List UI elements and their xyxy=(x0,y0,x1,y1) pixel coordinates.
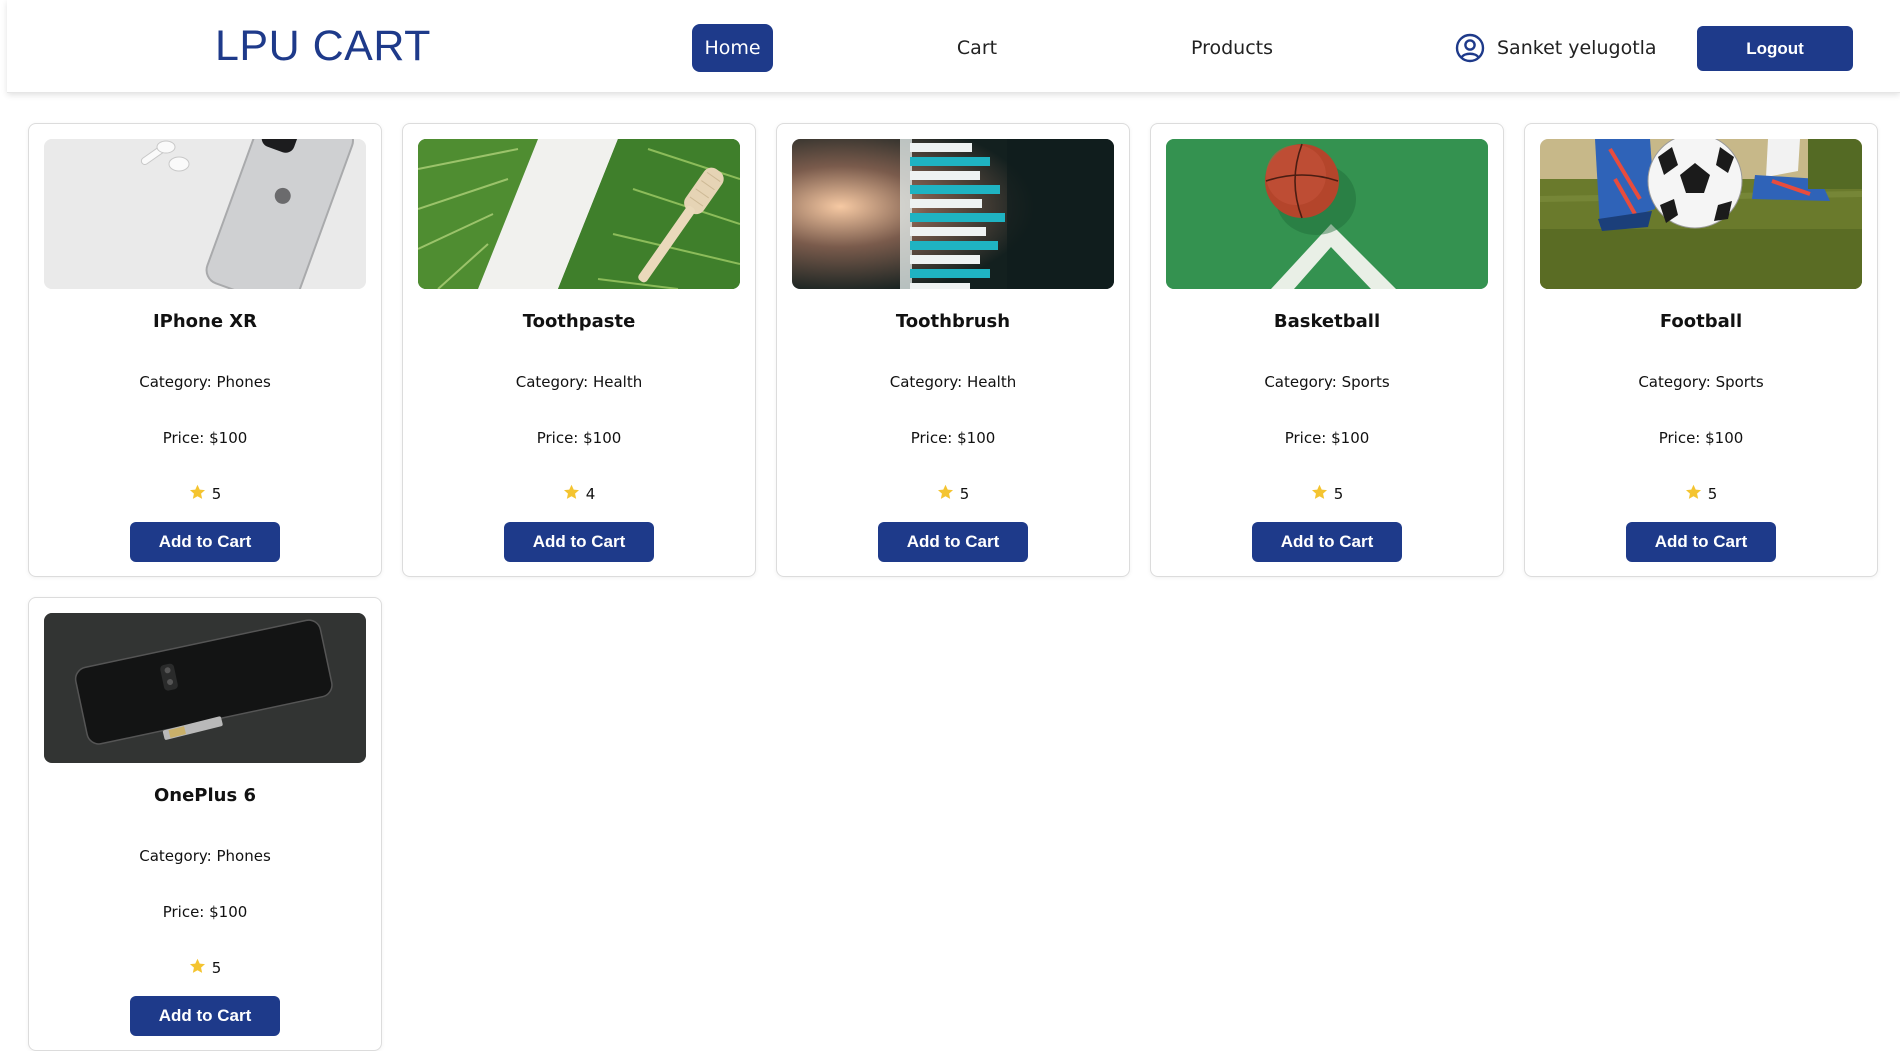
product-title: IPhone XR xyxy=(152,311,258,332)
product-title: Toothbrush xyxy=(895,311,1011,332)
product-rating: 5 xyxy=(29,484,381,504)
top-navbar: LPU CART Home Cart Products Sanket yelug… xyxy=(7,0,1900,93)
star-icon xyxy=(563,484,580,504)
star-icon xyxy=(1685,484,1702,504)
product-rating: 4 xyxy=(403,484,755,504)
product-price: Price: $100 xyxy=(1658,429,1744,447)
rating-value: 5 xyxy=(1707,485,1718,503)
product-card: Basketball Category: Sports Price: $100 … xyxy=(1150,123,1504,577)
product-card: OnePlus 6 Category: Phones Price: $100 5… xyxy=(28,597,382,1051)
product-title: Football xyxy=(1659,311,1743,332)
product-card: Football Category: Sports Price: $100 5 … xyxy=(1524,123,1878,577)
rating-value: 5 xyxy=(959,485,970,503)
product-image-football[interactable] xyxy=(1540,139,1862,289)
product-price: Price: $100 xyxy=(910,429,996,447)
product-category: Category: Health xyxy=(515,373,643,391)
nav-products-link[interactable]: Products xyxy=(1177,24,1287,72)
logout-button[interactable]: Logout xyxy=(1697,26,1853,71)
rating-value: 5 xyxy=(1333,485,1344,503)
add-to-cart-button[interactable]: Add to Cart xyxy=(130,522,280,562)
user-name: Sanket yelugotla xyxy=(1497,37,1657,59)
product-title: OnePlus 6 xyxy=(153,785,256,806)
rating-value: 4 xyxy=(585,485,596,503)
product-rating: 5 xyxy=(29,958,381,978)
product-price: Price: $100 xyxy=(536,429,622,447)
product-price: Price: $100 xyxy=(1284,429,1370,447)
product-category: Category: Phones xyxy=(139,373,271,391)
product-image-toothpaste[interactable] xyxy=(418,139,740,289)
product-grid: IPhone XR Category: Phones Price: $100 5… xyxy=(28,123,1878,1051)
product-image-iphone[interactable] xyxy=(44,139,366,289)
rating-value: 5 xyxy=(211,485,222,503)
brand-logo[interactable]: LPU CART xyxy=(215,22,431,71)
product-card: Toothbrush Category: Health Price: $100 … xyxy=(776,123,1130,577)
product-image-toothbrush[interactable] xyxy=(792,139,1114,289)
product-image-basketball[interactable] xyxy=(1166,139,1488,289)
user-profile[interactable]: Sanket yelugotla xyxy=(1455,32,1657,64)
nav-home-button[interactable]: Home xyxy=(692,24,773,72)
add-to-cart-button[interactable]: Add to Cart xyxy=(504,522,654,562)
star-icon xyxy=(189,958,206,978)
product-price: Price: $100 xyxy=(162,429,248,447)
add-to-cart-button[interactable]: Add to Cart xyxy=(878,522,1028,562)
product-category: Category: Health xyxy=(889,373,1017,391)
product-category: Category: Phones xyxy=(139,847,271,865)
product-rating: 5 xyxy=(1525,484,1877,504)
add-to-cart-button[interactable]: Add to Cart xyxy=(1626,522,1776,562)
add-to-cart-button[interactable]: Add to Cart xyxy=(1252,522,1402,562)
star-icon xyxy=(1311,484,1328,504)
product-card: IPhone XR Category: Phones Price: $100 5… xyxy=(28,123,382,577)
nav-cart-link[interactable]: Cart xyxy=(947,24,1007,72)
rating-value: 5 xyxy=(211,959,222,977)
star-icon xyxy=(189,484,206,504)
product-category: Category: Sports xyxy=(1638,373,1764,391)
user-circle-icon xyxy=(1455,33,1485,63)
product-title: Basketball xyxy=(1273,311,1381,332)
product-rating: 5 xyxy=(777,484,1129,504)
add-to-cart-button[interactable]: Add to Cart xyxy=(130,996,280,1036)
product-card: Toothpaste Category: Health Price: $100 … xyxy=(402,123,756,577)
product-category: Category: Sports xyxy=(1264,373,1390,391)
product-rating: 5 xyxy=(1151,484,1503,504)
product-price: Price: $100 xyxy=(162,903,248,921)
star-icon xyxy=(937,484,954,504)
product-image-oneplus[interactable] xyxy=(44,613,366,763)
product-title: Toothpaste xyxy=(522,311,636,332)
